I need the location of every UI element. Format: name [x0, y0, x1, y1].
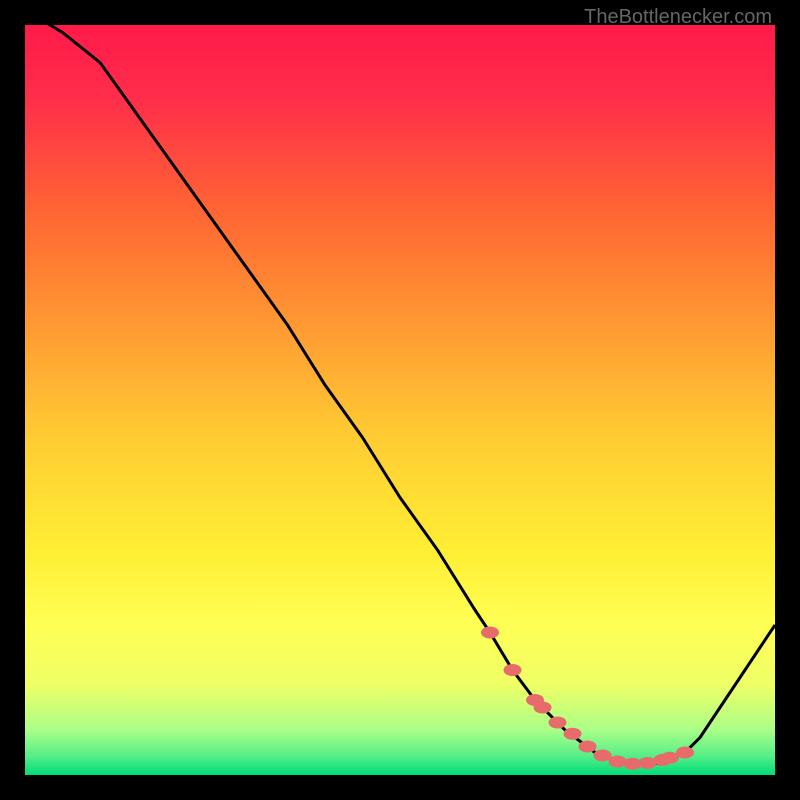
marker-point — [579, 741, 597, 753]
curve-layer — [25, 25, 775, 775]
marker-point — [504, 664, 522, 676]
marker-point — [564, 728, 582, 740]
chart-container: TheBottlenecker.com — [0, 0, 800, 800]
marker-point — [481, 627, 499, 639]
highlight-markers — [481, 627, 694, 770]
marker-point — [609, 756, 627, 768]
plot-area — [25, 25, 775, 775]
marker-point — [549, 717, 567, 729]
marker-point — [676, 747, 694, 759]
marker-point — [534, 702, 552, 714]
marker-point — [594, 750, 612, 762]
watermark-text: TheBottlenecker.com — [584, 6, 772, 29]
bottleneck-curve — [25, 25, 775, 764]
